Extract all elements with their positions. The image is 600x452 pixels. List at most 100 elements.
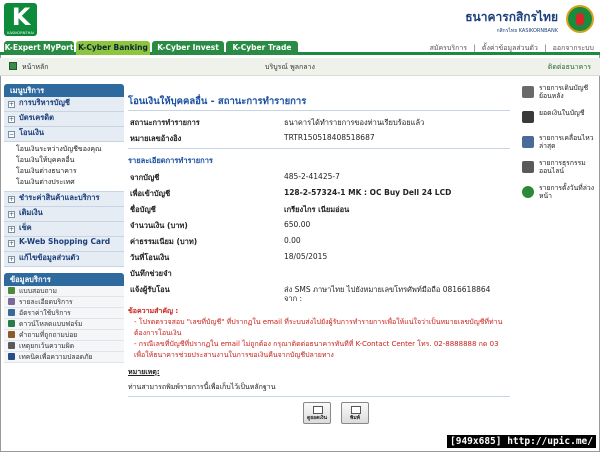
balance-icon: [522, 111, 534, 123]
menu-item-credit-card[interactable]: + บัตรเครดิต: [4, 112, 124, 127]
image-watermark: [949x685] http://upic.me/: [447, 435, 596, 448]
submenu-international[interactable]: โอนเงินต่างประเทศ: [16, 177, 124, 188]
menu-item-label: แก้ไขข้อมูลส่วนตัว: [19, 253, 80, 262]
menu-item-bill-payment[interactable]: + ชำระค่าสินค้าและบริการ: [4, 192, 124, 207]
quicklink-recent[interactable]: รายการเคลื่อนไหวล่าสุด: [522, 134, 596, 159]
service-survey[interactable]: แบบสอบถาม: [4, 286, 124, 297]
note-title: ข้อความสำคัญ :: [128, 307, 179, 315]
detail-row-fee: ค่าธรรมเนียม (บาท) 0.00: [128, 234, 510, 248]
header: K KASIKORNTHAI ธนาคารกสิกรไทย กสิกรไทย K…: [0, 0, 600, 42]
detail-label: ค่าธรรมเนียม (บาท): [130, 237, 198, 246]
note-item: - โปรดตรวจสอบ "เลขที่บัญชี" ที่ปรากฏใน e…: [134, 318, 503, 337]
quicklink-scheduled[interactable]: รายการตั้งวันที่ล่วงหน้า: [522, 184, 596, 209]
menu-item-label: K-Web Shopping Card: [19, 237, 111, 246]
submenu-other-bank[interactable]: โอนเงินต่างธนาคาร: [16, 166, 124, 177]
settings-link[interactable]: ตั้งค่าข้อมูลส่วนตัว: [482, 44, 538, 52]
menu-item-top-up[interactable]: + เติมเงิน: [4, 207, 124, 222]
menu-item-transfer[interactable]: − โอนเงิน: [4, 127, 124, 142]
collapse-icon: −: [8, 131, 15, 138]
subheader: หน้าหลัก บริบูรณ์ พูลกลาง ติดต่อธนาคาร: [0, 58, 600, 76]
expand-icon: +: [8, 256, 15, 263]
submenu-own-accounts[interactable]: โอนเงินระหว่างบัญชีของคุณ: [16, 144, 124, 155]
bank-seal-icon: [566, 5, 594, 33]
service-label: อัตราค่าใช้บริการ: [19, 309, 71, 317]
menu-item-label: ชำระค่าสินค้าและบริการ: [19, 193, 100, 202]
submenu-other-person[interactable]: โอนเงินให้บุคคลอื่น: [16, 155, 124, 166]
detail-value: 128-2-57324-1 MK : OC Buy Dell 24 LCD: [284, 188, 452, 197]
tab-k-cyber-banking[interactable]: K-Cyber Banking: [76, 41, 150, 55]
menu-item-label: เติมเงิน: [19, 208, 43, 217]
service-security-tips[interactable]: เทคนิคเพื่อความปลอดภัย: [4, 352, 124, 363]
detail-row-from-account: จากบัญชี 485-2-41425-7: [128, 170, 510, 184]
download-icon: [8, 320, 15, 327]
service-disclaimer[interactable]: เหตุยกเว้นความผิด: [4, 341, 124, 352]
print-label: พิมพ์: [350, 415, 360, 421]
detail-label: บันทึกช่วยจำ: [130, 269, 172, 278]
transfer-submenu: โอนเงินระหว่างบัญชีของคุณ โอนเงินให้บุคค…: [4, 142, 124, 192]
logo-text: KASIKORNTHAI: [7, 31, 34, 35]
quicklink-label: รายการเคลื่อนไหวล่าสุด: [539, 134, 594, 150]
tab-k-expert[interactable]: K-Expert MyPort: [4, 41, 74, 55]
expand-icon: +: [8, 101, 15, 108]
quicklink-online-transactions[interactable]: รายการธุรกรรมออนไลน์: [522, 159, 596, 184]
security-icon: [8, 353, 15, 360]
detail-value: ส่ง SMS ภาษาไทย ไปยังหมายเลขโทรศัพท์มือถ…: [284, 285, 491, 294]
logout-link[interactable]: ออกจากระบบ: [553, 44, 594, 52]
note-item: - กรณีเลขที่บัญชีที่ปรากฏใน email ไม่ถูก…: [134, 340, 499, 359]
service-details[interactable]: รายละเอียดบริการ: [4, 297, 124, 308]
quicklink-balance[interactable]: ยอดเงินในบัญชี: [522, 109, 596, 134]
detail-value: 650.00: [284, 220, 311, 229]
service-faq[interactable]: คำถามที่ถูกถามบ่อย: [4, 330, 124, 341]
recent-icon: [522, 136, 534, 148]
print-button[interactable]: พิมพ์: [341, 402, 369, 424]
fees-icon: [8, 309, 15, 316]
menu-item-label: การบริหารบัญชี: [19, 98, 70, 107]
home-link[interactable]: หน้าหลัก: [22, 62, 48, 73]
home-icon[interactable]: [9, 62, 17, 70]
expand-icon: +: [8, 240, 15, 247]
faq-icon: [8, 331, 15, 338]
service-label: เหตุยกเว้นความผิด: [19, 342, 75, 350]
expand-icon: +: [8, 226, 15, 233]
service-fees[interactable]: อัตราค่าใช้บริการ: [4, 308, 124, 319]
ref-value: TRTR150518408518687: [284, 133, 375, 142]
details-icon: [8, 298, 15, 305]
menu-item-label: เช็ค: [19, 223, 32, 232]
tab-k-cyber-invest[interactable]: K-Cyber Invest: [152, 41, 224, 55]
logo-letter: K: [11, 3, 31, 31]
detail-value: เกรียงไกร เนียมอ่อน: [284, 205, 350, 214]
important-note: ข้อความสำคัญ : - โปรดตรวจสอบ "เลขที่บัญช…: [128, 306, 510, 361]
statement-icon: [522, 86, 534, 98]
kasikorn-logo[interactable]: K KASIKORNTHAI: [4, 3, 37, 36]
check-balance-label: ดูยอดเงิน: [307, 415, 327, 421]
register-link[interactable]: สมัครบริการ: [430, 44, 467, 52]
detail-row-amount: จำนวนเงิน (บาท) 650.00: [128, 218, 510, 232]
contact-bank-link[interactable]: ติดต่อธนาคาร: [548, 62, 591, 73]
ref-label: หมายเลขอ้างอิง: [130, 134, 182, 143]
remark-text: ท่านสามารถพิมพ์รายการนี้เพื่อเก็บไว้เป็น…: [128, 383, 276, 391]
divider: [128, 396, 510, 397]
status-row: สถานะการทำรายการ ธนาคารได้ทำรายการของท่า…: [128, 115, 510, 129]
remark: หมายเหตุ: ท่านสามารถพิมพ์รายการนี้เพื่อเ…: [128, 367, 510, 393]
user-name: บริบูรณ์ พูลกลาง: [265, 63, 315, 71]
menu-item-account-management[interactable]: + การบริหารบัญชี: [4, 97, 124, 112]
detail-label: เพื่อเข้าบัญชี: [130, 189, 171, 198]
menu-item-cheque[interactable]: + เช็ค: [4, 222, 124, 237]
menu-item-label: บัตรเครดิต: [19, 113, 55, 122]
tab-k-cyber-trade[interactable]: K-Cyber Trade: [226, 41, 298, 55]
menu-item-web-shopping-card[interactable]: + K-Web Shopping Card: [4, 237, 124, 252]
quicklink-statement[interactable]: รายการเดินบัญชีย้อนหลัง: [522, 84, 596, 109]
detail-row-memo: บันทึกช่วยจำ: [128, 266, 510, 280]
detail-label: จำนวนเงิน (บาท): [130, 221, 188, 230]
right-quicklinks: รายการเดินบัญชีย้อนหลัง ยอดเงินในบัญชี ร…: [522, 84, 596, 209]
menu-item-edit-profile[interactable]: + แก้ไขข้อมูลส่วนตัว: [4, 252, 124, 267]
disclaimer-icon: [8, 342, 15, 349]
page-title: โอนเงินให้บุคคลอื่น - สถานะการทำรายการ: [128, 96, 307, 107]
expand-icon: +: [8, 116, 15, 123]
check-balance-button[interactable]: ดูยอดเงิน: [303, 402, 331, 424]
monitor-icon: [522, 161, 534, 173]
service-download-forms[interactable]: ดาวน์โหลดแบบฟอร์ม: [4, 319, 124, 330]
bank-name-en: กสิกรไทย KASIKORNBANK: [496, 28, 558, 34]
bank-name-th: ธนาคารกสิกรไทย: [465, 10, 558, 24]
link-separator: |: [544, 44, 547, 52]
